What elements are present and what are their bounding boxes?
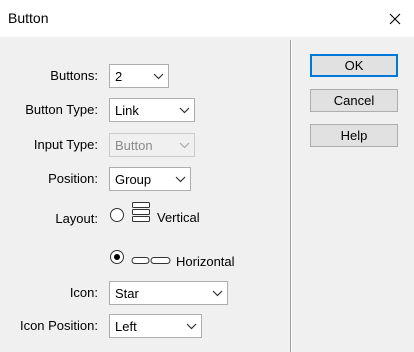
- title-bar: Button: [0, 0, 414, 37]
- chevron-down-icon: [179, 142, 189, 148]
- layout-vertical-radio[interactable]: [110, 208, 124, 222]
- vertical-layout-icon: [132, 202, 150, 222]
- input-type-value: Button: [115, 137, 153, 153]
- buttons-label: Buttons:: [50, 68, 98, 83]
- horizontal-layout-icon: [131, 257, 171, 264]
- layout-horizontal-radio[interactable]: [110, 250, 124, 264]
- button-type-value: Link: [115, 102, 139, 118]
- close-icon: [389, 13, 401, 24]
- icon-position-value: Left: [115, 318, 137, 334]
- layout-vertical-label: Vertical: [157, 210, 200, 225]
- layout-horizontal-label: Horizontal: [176, 254, 235, 269]
- ok-button[interactable]: OK: [310, 54, 398, 77]
- cancel-button[interactable]: Cancel: [310, 89, 398, 112]
- position-value: Group: [115, 171, 152, 187]
- buttons-select[interactable]: 2: [109, 64, 169, 88]
- window-title: Button: [8, 10, 49, 26]
- icon-value: Star: [115, 285, 139, 301]
- help-button[interactable]: Help: [310, 124, 398, 147]
- button-type-label: Button Type:: [25, 102, 98, 117]
- icon-label: Icon:: [69, 285, 98, 300]
- chevron-down-icon: [212, 290, 222, 296]
- button-type-select[interactable]: Link: [109, 98, 195, 122]
- chevron-down-icon: [186, 323, 196, 329]
- input-type-select: Button: [109, 133, 195, 157]
- icon-position-label: Icon Position:: [19, 318, 98, 333]
- position-select[interactable]: Group: [109, 167, 191, 191]
- chevron-down-icon: [153, 73, 163, 79]
- close-button[interactable]: [376, 0, 414, 37]
- buttons-value: 2: [115, 68, 123, 84]
- position-label: Position:: [48, 171, 98, 186]
- icon-select[interactable]: Star: [109, 281, 228, 305]
- chevron-down-icon: [179, 107, 189, 113]
- layout-label: Layout:: [55, 211, 98, 226]
- vertical-divider: [290, 40, 291, 352]
- icon-position-select[interactable]: Left: [109, 314, 202, 338]
- input-type-label: Input Type:: [33, 137, 98, 152]
- chevron-down-icon: [175, 176, 185, 182]
